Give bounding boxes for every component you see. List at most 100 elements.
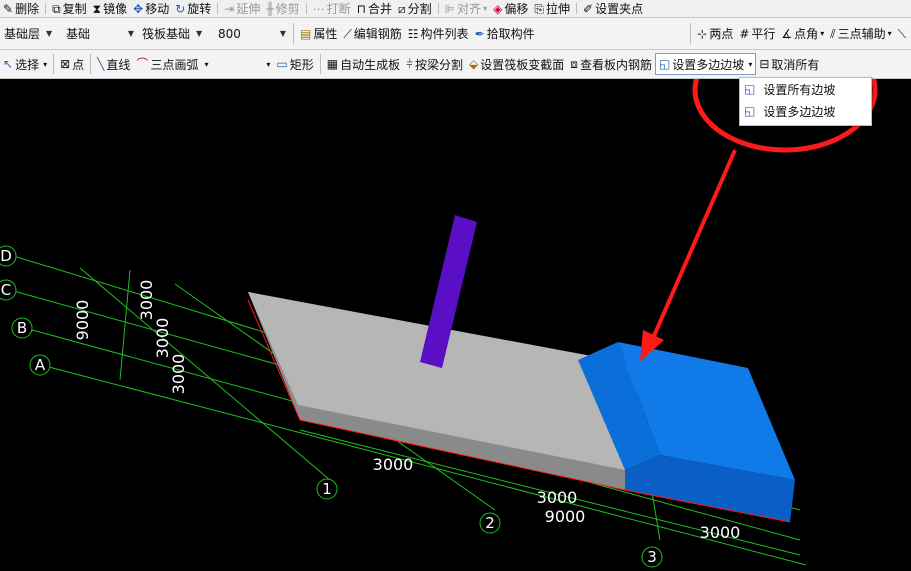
trim-button[interactable]: ╫ 修剪 <box>263 0 302 17</box>
separator <box>305 2 307 15</box>
delete-button[interactable]: ✎ 删除 <box>0 0 42 17</box>
mirror-icon: ⧗ <box>92 1 102 16</box>
component-list-button[interactable]: ☷ 构件列表 <box>405 18 472 49</box>
properties-button[interactable]: ▤ 属性 <box>297 18 340 49</box>
view-rebar-icon: ⧈ <box>570 57 578 71</box>
chevron-down-icon: ▾ <box>887 29 892 38</box>
rotate-icon: ↻ <box>175 1 186 16</box>
separator <box>319 54 321 74</box>
three-point-aux-button[interactable]: ⫽ 三点辅助 ▾ <box>827 18 894 49</box>
point-button[interactable]: ⊠ 点 <box>57 50 87 78</box>
size-select[interactable]: 800 ▼ <box>216 24 288 43</box>
merge-button[interactable]: ⊓ 合并 <box>354 0 395 17</box>
variable-section-icon: ⬙ <box>469 57 479 71</box>
aux-line-icon: ⫽ <box>830 26 836 41</box>
component-select[interactable]: 筏板基础 ▼ <box>140 24 212 43</box>
break-button[interactable]: ⋯ 打断 <box>310 0 354 17</box>
point-angle-icon: ∡ <box>781 26 793 41</box>
break-icon: ⋯ <box>312 1 325 16</box>
split-button[interactable]: ⧄ 分割 <box>395 0 435 17</box>
dim-line-left <box>119 269 131 381</box>
slope-icon: ◱ <box>744 104 756 118</box>
chevron-down-icon: ▼ <box>127 29 134 38</box>
align-button[interactable]: ⊫ 对齐 ▾ <box>442 0 490 17</box>
chevron-down-icon: ▾ <box>748 59 753 69</box>
two-points-icon: ⊹ <box>697 26 708 41</box>
rectangle-button[interactable]: ▭ 矩形 <box>273 50 316 78</box>
slope-dropdown-menu: ◱ 设置所有边坡 ◱ 设置多边边坡 <box>739 77 872 126</box>
view-slab-rebar-button[interactable]: ⧈ 查看板内钢筋 <box>567 50 655 78</box>
axis-label-d: D <box>0 247 12 265</box>
dim-bottom-9000: 9000 <box>545 507 586 526</box>
set-variable-section-button[interactable]: ⬙ 设置筏板变截面 <box>466 50 567 78</box>
axis-label-1: 1 <box>322 480 332 498</box>
dim-bottom-3000-1: 3000 <box>373 455 414 474</box>
chevron-down-icon: ▾ <box>266 59 271 69</box>
list-icon: ☷ <box>407 26 419 41</box>
line-button[interactable]: ╲ 直线 <box>94 50 133 78</box>
separator <box>53 54 55 74</box>
chevron-down-icon: ▾ <box>43 59 48 69</box>
separator <box>576 2 578 15</box>
mirror-button[interactable]: ⧗ 镜像 <box>90 0 130 17</box>
dim-left-3000-bottom: 3000 <box>169 354 188 395</box>
category-select[interactable]: 基础 ▼ <box>64 24 136 43</box>
extend-button[interactable]: ⇥ 延伸 <box>221 0 263 17</box>
copy-button[interactable]: ⧉ 复制 <box>49 0 90 17</box>
offset-button[interactable]: ◈ 偏移 <box>490 0 531 17</box>
cancel-all-button[interactable]: ⊟ 取消所有 <box>756 50 822 78</box>
pick-component-button[interactable]: ✒ 拾取构件 <box>472 18 538 49</box>
annotation-arrow-line <box>648 149 737 346</box>
align-icon: ⊫ <box>444 1 456 16</box>
merge-icon: ⊓ <box>356 1 366 16</box>
edit-toolbar: ✎ 删除 ⧉ 复制 ⧗ 镜像 ✥ 移动 ↻ 旋转 ⇥ 延伸 ╫ 修剪 ⋯ 打断 ⊓ 合并 ⧄ 分割 … <box>0 0 911 18</box>
axis-label-c: C <box>1 281 11 299</box>
aux-clear-button[interactable]: ⟍ <box>895 18 911 49</box>
rebar-icon: ⟋ <box>343 26 352 41</box>
menu-item-set-multi-slopes[interactable]: ◱ 设置多边边坡 <box>740 100 871 122</box>
model-viewport[interactable]: D C B A 1 2 3 9000 3000 3000 3000 3000 3… <box>0 79 911 571</box>
cursor-icon: ↖ <box>3 57 14 71</box>
separator <box>437 2 439 15</box>
rotate-button[interactable]: ↻ 旋转 <box>172 0 214 17</box>
separator <box>217 2 219 15</box>
extend-icon: ⇥ <box>224 1 235 16</box>
copy-icon: ⧉ <box>52 1 61 16</box>
split-beam-icon: ⫩ <box>406 57 414 71</box>
stretch-button[interactable]: ⎘ 拉伸 <box>531 0 573 17</box>
cancel-icon: ⊟ <box>759 57 770 71</box>
chevron-down-icon: ▼ <box>46 29 53 38</box>
trim-icon: ╫ <box>266 1 274 16</box>
set-grip-button[interactable]: ✐ 设置夹点 <box>580 0 646 17</box>
properties-icon: ▤ <box>300 26 312 41</box>
dim-left-3000-top: 3000 <box>137 280 156 321</box>
separator <box>90 54 92 74</box>
layer-select[interactable]: 基础层 ▼ <box>2 24 60 43</box>
grip-icon: ✐ <box>583 1 594 16</box>
split-by-beam-button[interactable]: ⫩ 按梁分割 <box>403 50 466 78</box>
clear-aux-icon: ⟍ <box>897 26 906 41</box>
chevron-down-icon: ▾ <box>204 59 209 69</box>
chevron-down-icon: ▼ <box>279 29 286 38</box>
point-angle-button[interactable]: ∡ 点角 ▾ <box>778 18 827 49</box>
component-toolbar: 基础层 ▼ 基础 ▼ 筏板基础 ▼ 800 ▼ ▤ 属性 ⟋ 编辑钢筋 ☷ 构件列表 ✒ 拾取构… <box>0 18 911 50</box>
move-button[interactable]: ✥ 移动 <box>130 0 172 17</box>
dim-bottom-3000-2: 3000 <box>537 488 578 507</box>
split-icon: ⧄ <box>398 1 406 16</box>
edit-rebar-button[interactable]: ⟋ 编辑钢筋 <box>340 18 404 49</box>
axis-label-b: B <box>17 319 27 337</box>
dim-left-9000: 9000 <box>73 300 92 341</box>
parallel-icon: # <box>739 26 750 41</box>
eraser-icon: ✎ <box>3 1 14 16</box>
offset-icon: ◈ <box>493 1 503 16</box>
chevron-down-icon: ▾ <box>820 29 825 38</box>
parallel-button[interactable]: # 平行 <box>736 18 778 49</box>
auto-slab-button[interactable]: ▦ 自动生成板 <box>324 50 403 78</box>
arc-button[interactable]: ⌒ 三点画弧 ▾ ▾ <box>133 50 273 78</box>
select-button[interactable]: ↖ 选择 ▾ <box>0 50 50 78</box>
two-points-button[interactable]: ⊹ 两点 <box>694 18 736 49</box>
set-multi-slope-button[interactable]: ◱ 设置多边边坡 ▾ <box>654 53 757 75</box>
dim-left-3000-mid: 3000 <box>153 318 172 359</box>
menu-item-set-all-slopes[interactable]: ◱ 设置所有边坡 <box>740 78 871 100</box>
axis-label-3: 3 <box>647 548 657 566</box>
